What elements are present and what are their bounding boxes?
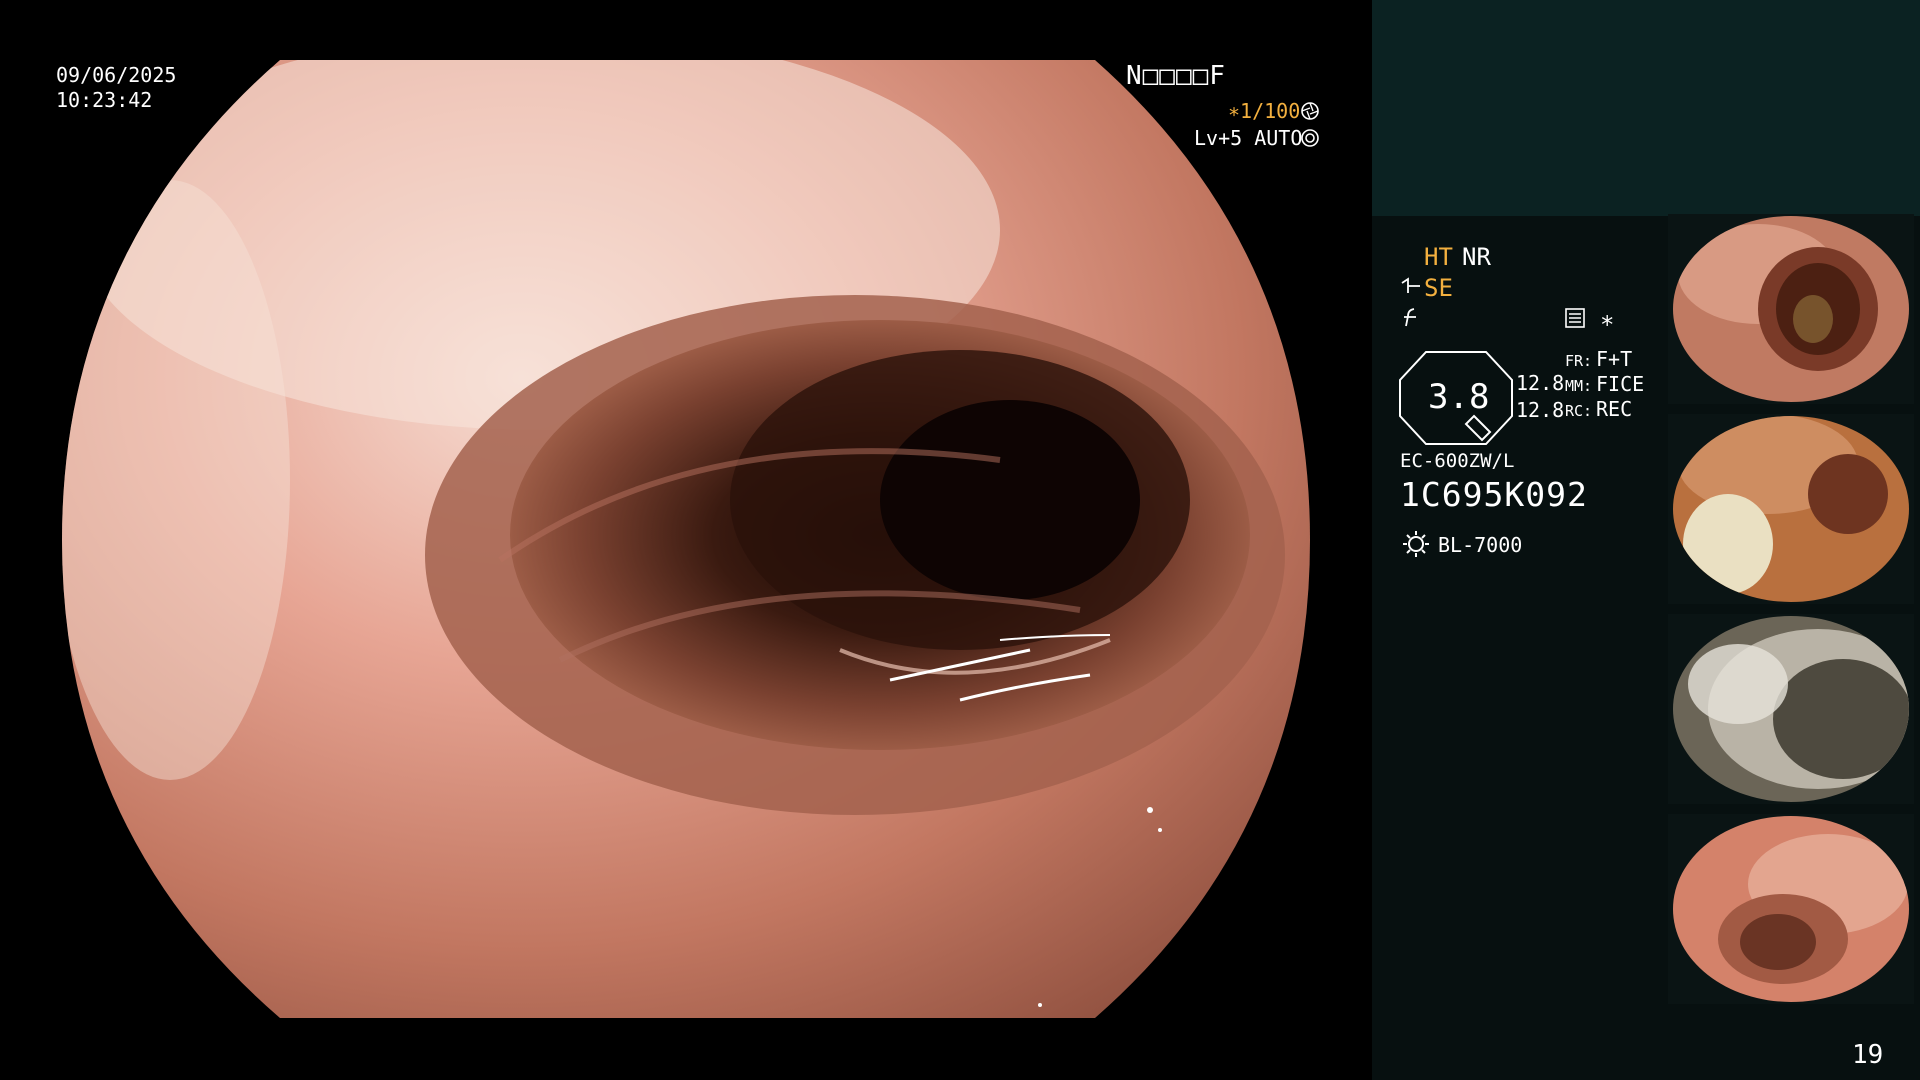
- mm-label: MM:: [1565, 377, 1593, 395]
- date-display: 09/06/2025: [56, 63, 177, 87]
- page-number: 19: [1852, 1040, 1884, 1070]
- light-source: BL-7000: [1438, 533, 1523, 557]
- thumbnail-2[interactable]: [1668, 414, 1914, 604]
- thumbnail-3[interactable]: [1668, 614, 1914, 804]
- thumbnail-image: [1673, 416, 1909, 602]
- se-indicator: SE: [1424, 274, 1453, 302]
- thumbnail-image: [1673, 216, 1909, 402]
- thumbnail-4[interactable]: [1668, 814, 1914, 1004]
- exposure-level: Lv+5 AUTO: [1194, 126, 1303, 150]
- fr-label: FR:: [1565, 352, 1593, 370]
- gauge-value: 3.8: [1428, 377, 1490, 417]
- value-2: 12.8: [1516, 398, 1565, 422]
- f-icon: [1404, 308, 1416, 327]
- mm-value: FICE: [1596, 372, 1645, 396]
- rc-value: REC: [1596, 397, 1633, 421]
- auto-icon: [1301, 129, 1319, 147]
- info-panel: HT NR SE ∗ 3.8 12.8 12.8 FR: F+T MM: FIC…: [1372, 0, 1920, 1080]
- shutter-icon: [1301, 102, 1319, 120]
- asterisk-indicator: ∗: [1600, 306, 1615, 334]
- se-icon: [1401, 277, 1420, 293]
- sun-icon: [1403, 531, 1429, 557]
- info-panel-header: [1372, 0, 1920, 216]
- scope-model: EC-600ZW/L: [1400, 450, 1515, 472]
- time-display: 10:23:42: [56, 88, 153, 112]
- thumbnail-image: [1673, 816, 1909, 1002]
- endoscopic-image: [62, 60, 1310, 1018]
- fr-value: F+T: [1596, 347, 1633, 371]
- patient-name: N□□□□F: [1126, 61, 1226, 91]
- list-icon: [1565, 308, 1585, 328]
- thumbnail-image: [1673, 616, 1909, 802]
- thumbnail-1[interactable]: [1668, 214, 1914, 404]
- endoscope-view: 09/06/2025 10:23:42 N□□□□F ∗1/100 Lv+5 A…: [0, 0, 1372, 1080]
- value-1: 12.8: [1516, 371, 1565, 395]
- ht-indicator: HT: [1424, 243, 1453, 271]
- scope-serial: 1C695K092: [1400, 475, 1588, 514]
- shutter-speed: ∗1/100: [1228, 99, 1301, 123]
- rc-label: RC:: [1565, 402, 1593, 420]
- nr-indicator: NR: [1462, 243, 1491, 271]
